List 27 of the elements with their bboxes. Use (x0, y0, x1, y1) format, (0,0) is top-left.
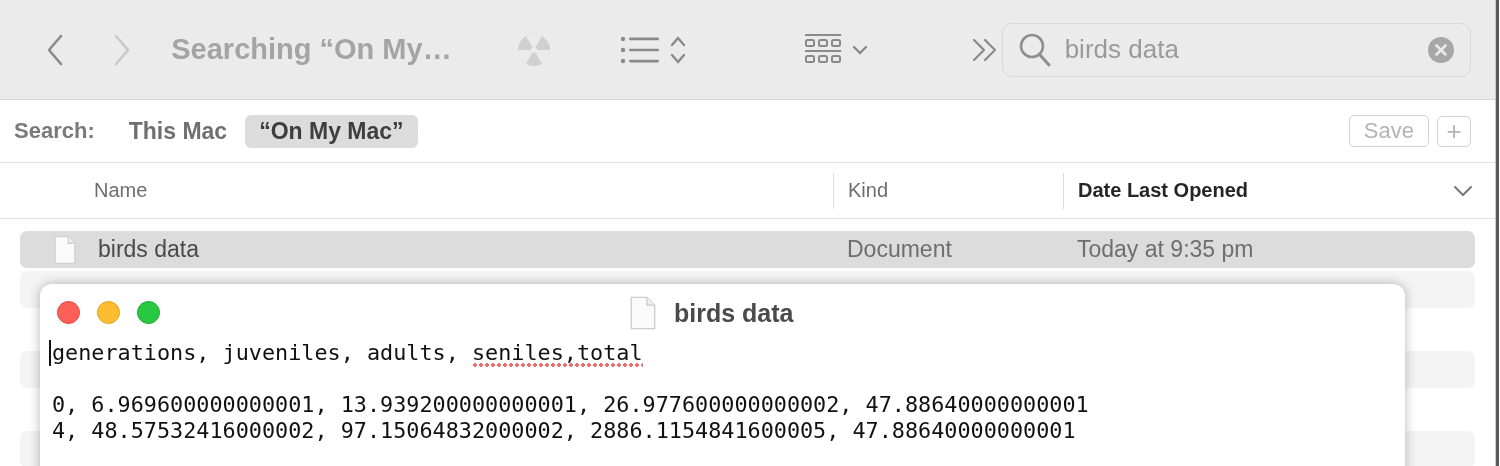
file-row[interactable]: birds data Document Today at 9:35 pm (20, 231, 1475, 268)
file-name: birds data (98, 236, 199, 263)
column-header[interactable]: Kind (833, 172, 1063, 209)
scope-button[interactable]: This Mac (118, 114, 238, 148)
text-line: 0, 6.969600000000001, 13.939200000000001, 26.977600000000002, 47.88640000000001 (52, 392, 1089, 418)
editor-title: birds data (674, 298, 794, 328)
close-button[interactable] (57, 300, 80, 324)
sort-chevron-icon[interactable] (1453, 184, 1473, 197)
zoom-button[interactable] (137, 300, 160, 324)
text-line: generations, juveniles, adults, seniles,total (52, 340, 643, 366)
text-line: 4, 48.57532416000002, 97.15064832000002, 2886.1154841600005, 47.88640000000001 (52, 418, 1076, 444)
search-icon (1018, 32, 1051, 67)
search-label: Search: (14, 118, 95, 144)
file-date: Today at 9:35 pm (1076, 236, 1255, 263)
column-header[interactable]: Date Last Opened (1063, 172, 1495, 209)
text-cursor (49, 340, 51, 366)
window-title: Searching “On My… (171, 33, 452, 66)
scope-button[interactable]: “On My Mac” (245, 114, 418, 148)
minimize-button[interactable] (97, 300, 120, 324)
document-icon (54, 234, 76, 265)
list-view-icon[interactable] (619, 34, 660, 65)
file-kind: Document (846, 236, 953, 263)
clear-icon[interactable] (1428, 36, 1454, 63)
chevron-down-icon[interactable] (851, 43, 868, 56)
column-header[interactable]: Name (0, 172, 833, 209)
document-icon (630, 296, 656, 330)
more-chevrons-icon[interactable] (971, 37, 998, 62)
